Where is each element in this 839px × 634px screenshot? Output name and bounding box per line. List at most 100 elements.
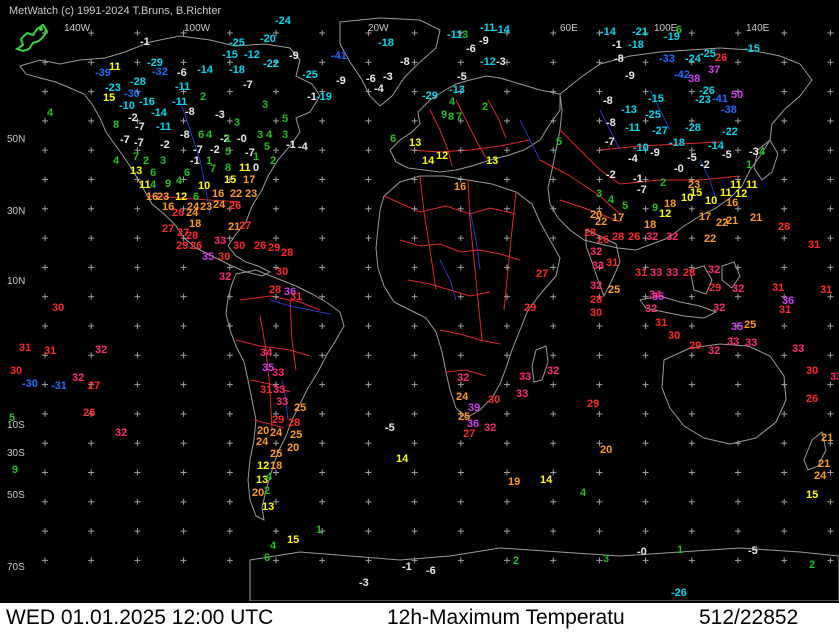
station-temperature: -10 [119,100,135,112]
station-values: -24-20-25-1-9 -41-18-11 3 -9-11-14-6-8-14 -2… [9,15,839,599]
station-temperature: 10 [198,180,210,192]
station-temperature: 31 [808,239,820,251]
station-temperature: 31 [779,304,791,316]
station-temperature: -3 [215,109,225,121]
station-temperature: 15 [224,174,236,186]
station-temperature: 28 [590,294,602,306]
station-temperature: 33 [745,337,757,349]
station-temperature: -14 [708,140,725,152]
station-temperature: 14 [540,474,553,486]
station-temperature: -9 [625,70,635,82]
station-temperature: 21 [821,432,833,444]
station-temperature: -3 [749,146,759,158]
station-temperature: 19 [508,476,520,488]
station-temperature: 26 [190,240,202,252]
station-temperature: 25 [608,284,620,296]
station-temperature: 1 [746,159,752,171]
station-temperature: -6 [466,43,476,55]
station-temperature: -1 [286,139,296,151]
station-temperature: -7 [243,79,253,91]
left-axis-label: 30S [7,448,25,459]
station-temperature: 13 [409,137,421,149]
station-temperature: 30 [668,330,680,342]
station-temperature: -3 [383,71,393,83]
station-temperature: -5 [748,545,758,557]
station-temperature: 32 [95,344,107,356]
station-temperature: -24 [275,15,292,27]
station-temperature: 3 [262,99,268,111]
station-temperature: -22 [263,58,279,70]
station-temperature: 32 [72,372,84,384]
station-temperature: 12 [436,150,448,162]
station-temperature: 37 [708,64,720,76]
station-temperature: 31 [260,384,272,396]
station-temperature: 20 [252,487,264,499]
station-temperature: -9 [479,35,489,47]
station-temperature: 32 [484,422,496,434]
station-temperature: 5 [9,412,15,424]
station-temperature: 23 [245,188,257,200]
station-temperature: 30 [218,251,230,263]
station-temperature: -8 [400,56,410,68]
station-temperature: 5 [225,146,231,158]
station-temperature: 26 [254,240,266,252]
station-temperature: 8 [448,111,454,123]
station-temperature: 23 [200,201,212,213]
station-temperature: 16 [726,197,738,209]
station-temperature: 34 [260,347,273,359]
station-temperature: 15 [806,489,818,501]
station-temperature: -28 [130,76,146,88]
station-temperature: -1 [633,173,643,185]
station-temperature: -28 [685,122,701,134]
station-temperature: -25 [700,48,716,60]
station-temperature: 9 [12,464,18,476]
station-temperature: -5 [687,152,697,164]
station-temperature: 14 [422,155,435,167]
station-temperature: 5 [264,141,270,153]
station-temperature: -5 [385,422,395,434]
station-temperature: -27 [652,125,668,137]
station-temperature: 18 [644,219,656,231]
station-temperature: -9 [289,50,299,62]
station-temperature: -22 [722,126,738,138]
station-temperature: 32 [590,246,602,258]
station-temperature: -5 [457,71,467,83]
station-temperature: 29 [524,302,536,314]
station-temperature: 4 [47,107,54,119]
station-temperature: 9 [652,202,658,214]
station-temperature: 27 [88,380,100,392]
station-temperature: 21 [750,212,762,224]
station-temperature: -18 [378,37,394,49]
left-axis-label: 70S [7,562,25,573]
station-temperature: -31 [51,380,67,392]
station-temperature: 13 [130,165,142,177]
top-axis-label: 60E [560,23,578,34]
station-temperature: 32 [645,303,657,315]
station-temperature: 2 [809,559,815,571]
station-temperature: -13 [449,84,465,96]
station-temperature: 26 [628,231,640,243]
station-temperature: 26 [806,393,818,405]
station-temperature: 24 [256,436,269,448]
station-temperature: -26 [699,85,715,97]
station-temperature: -11 [447,29,462,41]
station-temperature: 13 [486,155,498,167]
world-map[interactable]: 140W 100W 20W 60E 100E 140E50N30N10N10S50S70S… [0,0,839,601]
station-temperature: 26 [229,200,241,212]
station-temperature: 20 [287,442,299,454]
station-temperature: 28 [683,267,695,279]
station-temperature: -9 [650,147,660,159]
station-temperature: 12 [175,191,187,203]
station-temperature: 25 [290,429,302,441]
station-temperature: -3 [496,56,506,68]
station-temperature: 8 [225,162,231,174]
station-temperature: -25 [229,37,245,49]
station-temperature: 33 [792,343,804,355]
station-temperature: 17 [243,174,255,186]
station-temperature: 21 [818,458,830,470]
station-temperature: 26 [83,407,95,419]
station-temperature: 6 [184,167,190,179]
station-temperature: 35 [731,321,743,333]
station-temperature: -11 [175,81,190,93]
station-temperature: -0 [237,133,247,145]
